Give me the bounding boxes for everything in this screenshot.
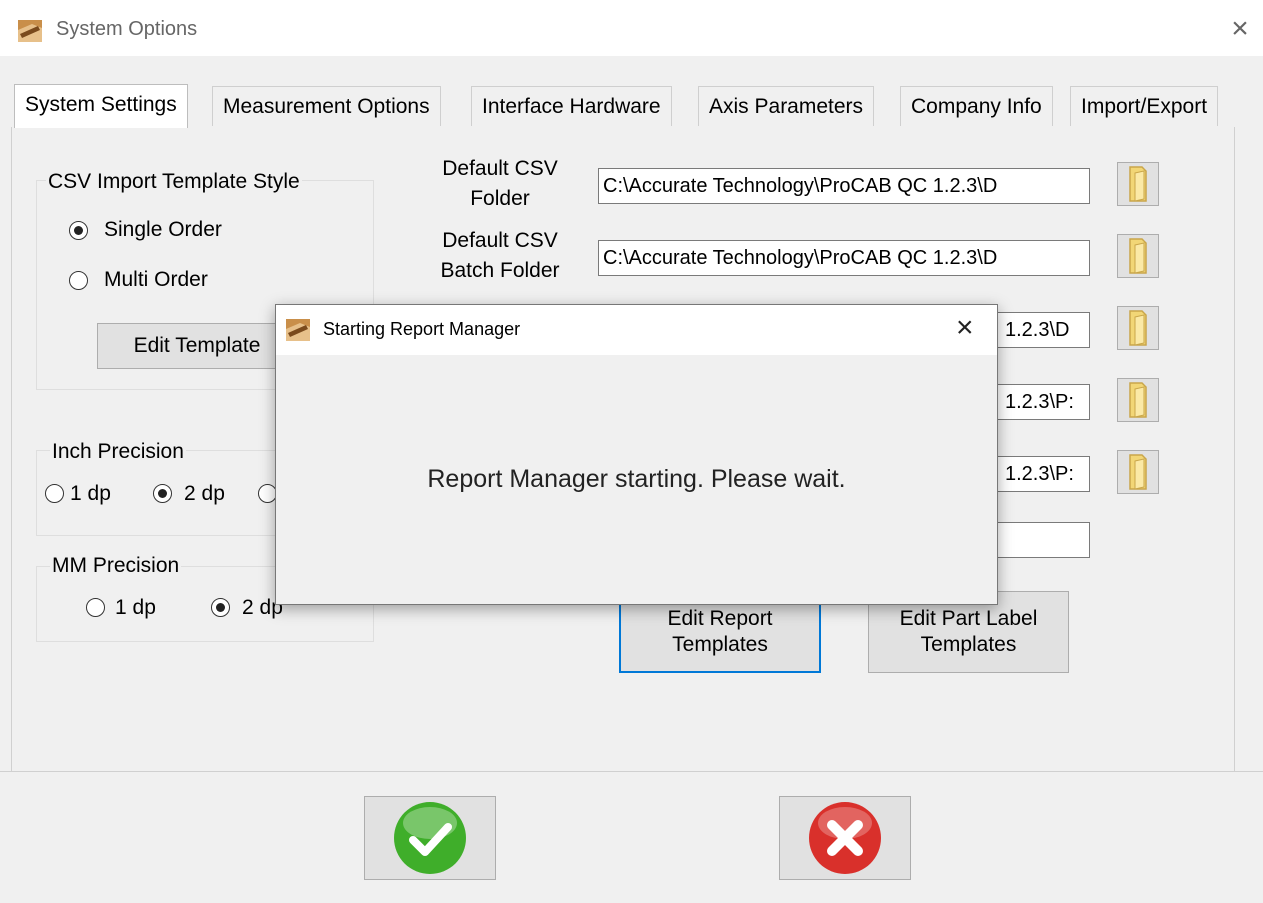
radio-mm-1dp[interactable] <box>86 598 105 617</box>
tab-axis-parameters[interactable]: Axis Parameters <box>698 86 875 126</box>
radio-single-order[interactable] <box>69 221 88 240</box>
window-title: System Options <box>56 18 198 40</box>
browse-folder-button[interactable] <box>1117 450 1159 494</box>
edit-template-button[interactable]: Edit Template <box>97 323 297 369</box>
close-icon[interactable]: × <box>1225 14 1255 44</box>
browse-folder-button[interactable] <box>1117 378 1159 422</box>
cancel-x-icon <box>809 802 881 874</box>
dialog-title: Starting Report Manager <box>323 319 521 339</box>
radio-inch-2dp[interactable] <box>153 484 172 503</box>
tab-measurement-options[interactable]: Measurement Options <box>212 86 441 126</box>
tab-interface-hardware[interactable]: Interface Hardware <box>471 86 672 126</box>
dialog-message: Report Manager starting. Please wait. <box>427 465 846 493</box>
radio-multi-order[interactable] <box>69 271 88 290</box>
folder-icon <box>1129 382 1147 418</box>
browse-folder-button[interactable] <box>1117 162 1159 206</box>
app-icon <box>286 319 310 341</box>
folder-icon <box>1129 454 1147 490</box>
folder-icon <box>1129 310 1147 346</box>
tab-system-settings[interactable]: System Settings <box>14 84 188 128</box>
radio-label: Multi Order <box>104 268 208 291</box>
app-icon <box>18 20 42 42</box>
radio-inch-1dp[interactable] <box>45 484 64 503</box>
group-title: CSV Import Template Style <box>46 170 302 194</box>
tab-company-info[interactable]: Company Info <box>900 86 1053 126</box>
default-csv-batch-folder-label: Default CSV Batch Folder <box>440 229 560 282</box>
radio-label: 1 dp <box>115 596 156 619</box>
folder-value: 1.2.3\D <box>1005 319 1070 341</box>
default-csv-batch-folder-input[interactable]: C:\Accurate Technology\ProCAB QC 1.2.3\D <box>598 240 1090 276</box>
dialog-title-bar: Starting Report Manager × <box>276 305 997 355</box>
title-bar: System Options × <box>0 0 1263 56</box>
radio-label: 2 dp <box>184 482 225 505</box>
folder-value: 1.2.3\P: <box>1005 463 1074 485</box>
radio-label: 1 dp <box>70 482 111 505</box>
close-icon[interactable]: × <box>956 311 974 345</box>
footer <box>0 771 1263 903</box>
group-title: MM Precision <box>50 554 182 578</box>
group-title: Inch Precision <box>50 440 186 464</box>
folder-icon <box>1129 238 1147 274</box>
default-csv-folder-input[interactable]: C:\Accurate Technology\ProCAB QC 1.2.3\D <box>598 168 1090 204</box>
browse-folder-button[interactable] <box>1117 306 1159 350</box>
ok-button[interactable] <box>364 796 496 880</box>
default-csv-folder-label: Default CSV Folder <box>442 157 558 210</box>
tab-import-export[interactable]: Import/Export <box>1070 86 1219 126</box>
folder-value: 1.2.3\P: <box>1005 391 1074 413</box>
starting-report-manager-dialog: Starting Report Manager × Report Manager… <box>275 304 998 605</box>
folder-icon <box>1129 166 1147 202</box>
cancel-button[interactable] <box>779 796 911 880</box>
browse-folder-button[interactable] <box>1117 234 1159 278</box>
radio-label: Single Order <box>104 218 222 241</box>
checkmark-icon <box>394 802 466 874</box>
radio-mm-2dp[interactable] <box>211 598 230 617</box>
